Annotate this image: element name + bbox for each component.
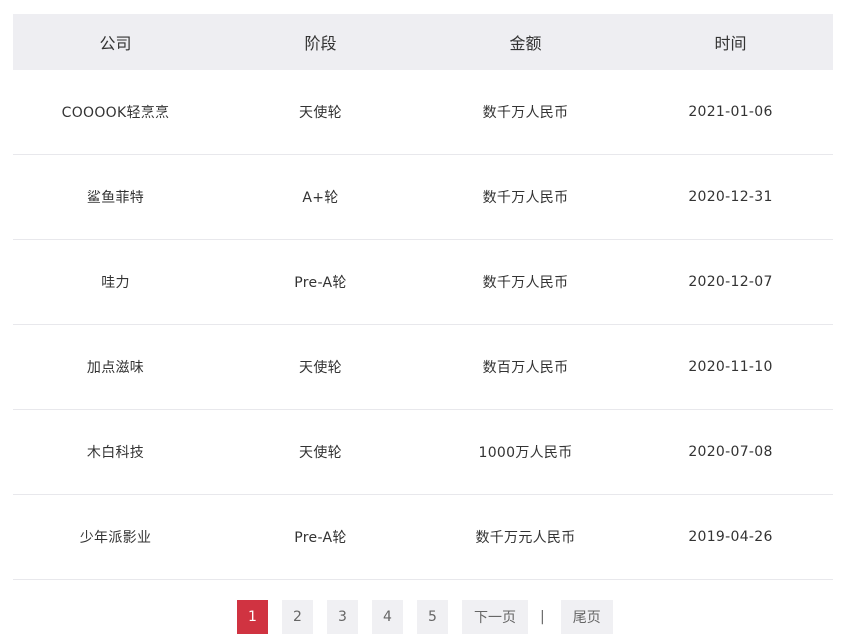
stage-cell: 天使轮 — [299, 105, 342, 121]
amount-cell: 数百万人民币 — [482, 360, 569, 376]
date-cell: 2020-12-07 — [688, 274, 773, 290]
table-row: 木白科技 天使轮 1000万人民币 2020-07-08 — [13, 410, 833, 495]
pagination-separator: | — [540, 609, 545, 625]
page-button-2[interactable]: 2 — [282, 600, 313, 634]
amount-cell: 数千万人民币 — [482, 105, 569, 121]
pagination: 1 2 3 4 5 下一页 | 尾页 — [237, 600, 613, 634]
header-amount: 金额 — [509, 34, 542, 53]
company-cell: 哇力 — [101, 275, 130, 291]
page-button-5[interactable]: 5 — [417, 600, 448, 634]
date-cell: 2020-12-31 — [688, 189, 773, 205]
header-company: 公司 — [99, 34, 132, 53]
table-row: 哇力 Pre-A轮 数千万人民币 2020-12-07 — [13, 240, 833, 325]
table-row: 加点滋味 天使轮 数百万人民币 2020-11-10 — [13, 325, 833, 410]
page-button-3[interactable]: 3 — [327, 600, 358, 634]
stage-cell: Pre-A轮 — [294, 275, 347, 291]
financing-table: 公司 阶段 金额 时间 COOOOK轻烹烹 天使轮 数千万人民币 2021-01… — [13, 14, 833, 580]
company-cell: COOOOK轻烹烹 — [61, 105, 170, 121]
date-cell: 2020-07-08 — [688, 444, 773, 460]
next-page-button[interactable]: 下一页 — [462, 600, 528, 634]
amount-cell: 1000万人民币 — [478, 445, 573, 461]
amount-cell: 数千万人民币 — [482, 190, 569, 206]
last-page-button[interactable]: 尾页 — [560, 600, 613, 634]
date-cell: 2021-01-06 — [688, 104, 773, 120]
company-cell: 加点滋味 — [86, 360, 145, 376]
header-stage: 阶段 — [304, 34, 337, 53]
stage-cell: A+轮 — [302, 190, 339, 206]
page-button-4[interactable]: 4 — [372, 600, 403, 634]
header-date: 时间 — [714, 34, 747, 53]
company-cell: 鲨鱼菲特 — [86, 190, 145, 206]
stage-cell: 天使轮 — [299, 445, 342, 461]
table-header: 公司 阶段 金额 时间 — [13, 14, 833, 70]
stage-cell: Pre-A轮 — [294, 530, 347, 546]
page-button-1[interactable]: 1 — [237, 600, 268, 634]
amount-cell: 数千万元人民币 — [475, 530, 576, 546]
company-cell: 少年派影业 — [79, 530, 152, 546]
company-cell: 木白科技 — [86, 445, 145, 461]
amount-cell: 数千万人民币 — [482, 275, 569, 291]
table-row: COOOOK轻烹烹 天使轮 数千万人民币 2021-01-06 — [13, 70, 833, 155]
date-cell: 2019-04-26 — [688, 529, 773, 545]
date-cell: 2020-11-10 — [688, 359, 773, 375]
table-row: 少年派影业 Pre-A轮 数千万元人民币 2019-04-26 — [13, 495, 833, 580]
table-row: 鲨鱼菲特 A+轮 数千万人民币 2020-12-31 — [13, 155, 833, 240]
stage-cell: 天使轮 — [299, 360, 342, 376]
